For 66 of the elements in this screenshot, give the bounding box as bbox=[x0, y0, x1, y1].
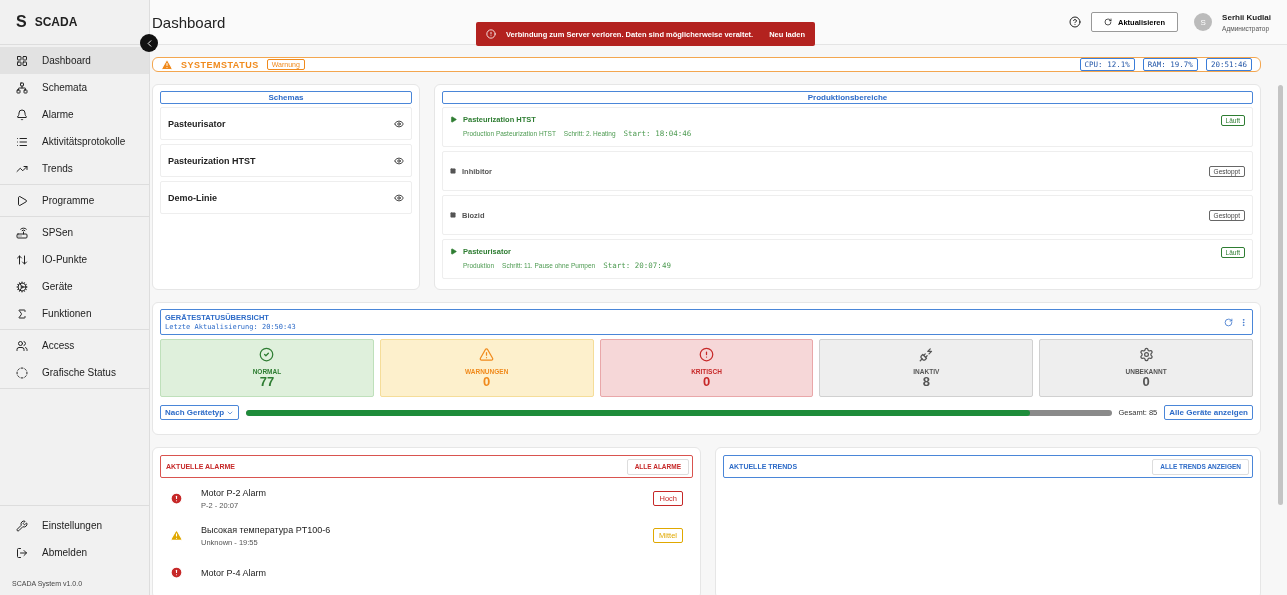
unplugged-icon bbox=[918, 347, 934, 362]
brand-name: SCADA bbox=[34, 15, 78, 29]
alarm-item[interactable]: Motor P-4 Alarm bbox=[160, 554, 693, 591]
more-icon[interactable] bbox=[1239, 317, 1248, 327]
collapse-button[interactable] bbox=[140, 34, 158, 52]
nav-item[interactable]: Einstellungen bbox=[0, 512, 149, 539]
alert-circle-icon bbox=[170, 566, 183, 579]
device-type-dropdown[interactable]: Nach Gerätetyp bbox=[160, 405, 240, 420]
alert-circle-icon bbox=[699, 347, 714, 362]
user-name: Serhii Kudlai bbox=[1222, 12, 1271, 22]
play-icon bbox=[16, 194, 28, 207]
panel-header: Schemas bbox=[160, 91, 412, 104]
card-count: 0 bbox=[483, 375, 491, 388]
card-count: 77 bbox=[259, 375, 275, 388]
card-count: 0 bbox=[702, 375, 711, 388]
router-icon bbox=[16, 226, 28, 239]
nav-item[interactable]: Schemata bbox=[0, 74, 149, 101]
page-title: Dashboard bbox=[152, 13, 226, 31]
eye-icon[interactable] bbox=[394, 155, 404, 166]
nav-item[interactable]: Alarme bbox=[0, 101, 149, 128]
nav-item[interactable]: Dashboard bbox=[0, 47, 149, 74]
scrollbar[interactable] bbox=[1277, 85, 1283, 505]
alert-circle-icon bbox=[170, 492, 183, 505]
circle-icon bbox=[16, 366, 28, 379]
nav-item[interactable]: Programme bbox=[0, 187, 149, 214]
nav-item[interactable]: IO-Punkte bbox=[0, 246, 149, 273]
alarm-title: Motor P-4 Alarm bbox=[201, 567, 267, 578]
schema-item[interactable]: Demo-Linie bbox=[160, 181, 412, 214]
all-devices-button[interactable]: Alle Geräte anzeigen bbox=[1164, 405, 1253, 420]
card-count: 8 bbox=[922, 375, 930, 388]
check-circle-icon bbox=[259, 347, 275, 362]
wrench-icon bbox=[16, 519, 28, 532]
logout-icon bbox=[16, 546, 28, 559]
card-count: 0 bbox=[1142, 375, 1150, 388]
settings-icon bbox=[1138, 347, 1154, 362]
nav-item[interactable]: Aktivitätsprotokolle bbox=[0, 128, 149, 155]
logo: S bbox=[16, 13, 27, 31]
bell-icon bbox=[16, 108, 28, 121]
warning-icon bbox=[170, 529, 183, 542]
panel-header: Produktionsbereiche bbox=[442, 91, 1253, 104]
nav-item[interactable]: Geräte bbox=[0, 273, 149, 300]
grid-icon bbox=[16, 54, 28, 67]
eye-icon[interactable] bbox=[394, 118, 404, 129]
nav-item[interactable]: Grafische Status bbox=[0, 359, 149, 386]
hierarchy-icon bbox=[16, 81, 28, 94]
help-icon[interactable] bbox=[1069, 16, 1081, 28]
nav-item[interactable]: Abmelden bbox=[0, 539, 149, 566]
users-icon bbox=[16, 339, 28, 352]
nav-item[interactable]: Access bbox=[0, 332, 149, 359]
nav-item[interactable]: Trends bbox=[0, 155, 149, 182]
sigma-icon bbox=[16, 307, 28, 320]
schema-item[interactable]: Pasteurisator bbox=[160, 107, 412, 140]
warning-icon bbox=[479, 347, 495, 362]
alarm-title: Высокая температура PT100-6 bbox=[201, 524, 331, 535]
status-title: SYSTEMSTATUS bbox=[181, 59, 259, 70]
list-icon bbox=[16, 135, 28, 148]
alarm-title: Motor P-2 Alarm bbox=[201, 487, 267, 498]
refresh-icon bbox=[1104, 18, 1112, 26]
eye-icon[interactable] bbox=[394, 192, 404, 203]
alert-icon bbox=[486, 29, 496, 39]
schema-item[interactable]: Pasteurization HTST bbox=[160, 144, 412, 177]
arrows-icon bbox=[16, 253, 28, 266]
gear-icon bbox=[16, 280, 28, 293]
nav-item[interactable]: SPSen bbox=[0, 219, 149, 246]
refresh-icon[interactable] bbox=[1224, 317, 1233, 327]
nav-item[interactable]: Funktionen bbox=[0, 300, 149, 327]
